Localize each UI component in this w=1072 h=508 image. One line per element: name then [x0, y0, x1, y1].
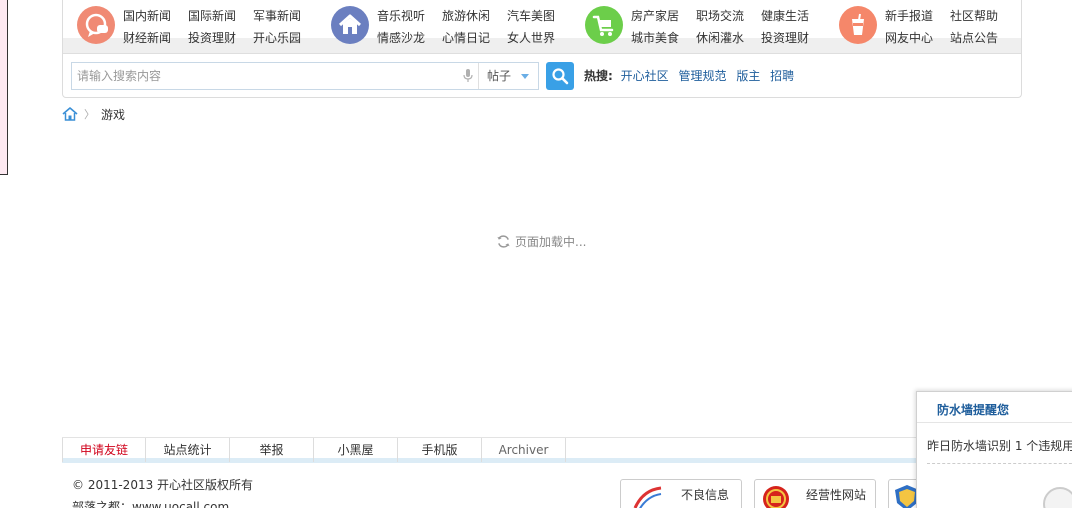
nav-link[interactable]: 旅游休闲: [442, 6, 507, 28]
footer-link-mobile[interactable]: 手机版: [398, 438, 482, 462]
emblem-icon: [763, 486, 789, 508]
chevron-down-icon: [521, 74, 529, 79]
breadcrumb: 〉 游戏: [62, 104, 125, 124]
chevron-right-icon: 〉: [84, 108, 95, 121]
hot-search-label: 热搜:: [584, 69, 613, 83]
drink-icon[interactable]: [839, 6, 877, 44]
notice-title: 防水墙提醒您: [937, 403, 1010, 417]
nav-link[interactable]: 开心乐园: [253, 28, 318, 50]
nav-link[interactable]: 网友中心: [885, 28, 950, 50]
search-bar: 帖子 热搜: 开心社区 管理规范 版主 招聘: [71, 62, 1011, 90]
hot-search-link[interactable]: 开心社区: [621, 69, 669, 83]
nav-link[interactable]: 新手报道: [885, 6, 950, 28]
footer-link-blacklist[interactable]: 小黑屋: [314, 438, 398, 462]
hot-search-link[interactable]: 版主: [736, 69, 760, 83]
footer-link-apply-friend-link[interactable]: 申请友链: [62, 438, 146, 462]
search-icon: [552, 68, 569, 85]
nav-links-home-living: 房产家居 职场交流 健康生活 城市美食 休闲灌水 投资理财: [631, 6, 831, 50]
badge-business-site[interactable]: 经营性网站: [754, 479, 876, 508]
nav-link[interactable]: 国际新闻: [188, 6, 253, 28]
notice-popup: 防水墙提醒您 昨日防水墙识别 1 个违规用: [916, 391, 1072, 508]
hot-search: 热搜: 开心社区 管理规范 版主 招聘: [584, 62, 800, 90]
footer-link-site-stats[interactable]: 站点统计: [146, 438, 230, 462]
badge-bad-info[interactable]: 不良信息: [620, 479, 742, 508]
nav-link[interactable]: 休闲灌水: [696, 28, 761, 50]
search-button[interactable]: [546, 62, 574, 90]
nav-links-news: 国内新闻 国际新闻 军事新闻 财经新闻 投资理财 开心乐园: [123, 6, 323, 50]
divider: [917, 422, 1072, 423]
nav-link[interactable]: 投资理财: [188, 28, 253, 50]
copyright-text: © 2011-2013 开心社区版权所有: [72, 478, 254, 492]
nav-link[interactable]: 财经新闻: [123, 28, 188, 50]
loading-indicator: 页面加载中...: [496, 232, 586, 250]
nav-link[interactable]: 站点公告: [950, 28, 1015, 50]
nav-links-life: 音乐视听 旅游休闲 汽车美图 情感沙龙 心情日记 女人世界: [377, 6, 577, 50]
gauge-widget-icon[interactable]: [1043, 487, 1072, 508]
nav-link[interactable]: 房产家居: [631, 6, 696, 28]
nav-link[interactable]: 情感沙龙: [377, 28, 442, 50]
nav-links-community: 新手报道 社区帮助 网友中心 站点公告: [885, 6, 1072, 50]
microphone-icon[interactable]: [462, 69, 474, 83]
badge-label: 经营性网站: [806, 488, 867, 502]
footer-sub-text[interactable]: 部落之都：www.uocall.com: [72, 498, 229, 508]
home-icon[interactable]: [62, 106, 78, 122]
nav-link[interactable]: 社区帮助: [950, 6, 1015, 28]
home-icon[interactable]: [331, 6, 369, 44]
search-scope-select[interactable]: 帖子: [478, 63, 538, 89]
search-scope-value: 帖子: [487, 69, 512, 83]
category-nav: 国内新闻 国际新闻 军事新闻 财经新闻 投资理财 开心乐园 音乐视听 旅游休闲 …: [63, 0, 1021, 54]
breadcrumb-current[interactable]: 游戏: [101, 106, 125, 123]
search-box: 帖子: [71, 62, 539, 90]
nav-link[interactable]: 军事新闻: [253, 6, 318, 28]
bad-info-logo-icon: [633, 486, 662, 508]
refresh-icon: [497, 234, 510, 248]
nav-link[interactable]: 健康生活: [761, 6, 826, 28]
nav-link[interactable]: 心情日记: [442, 28, 507, 50]
notice-text: 昨日防水墙识别 1 个违规用: [927, 439, 1072, 453]
nav-link[interactable]: 职场交流: [696, 6, 761, 28]
left-edge-strip: [0, 0, 8, 175]
hot-search-link[interactable]: 管理规范: [678, 69, 726, 83]
nav-link[interactable]: 国内新闻: [123, 6, 188, 28]
loading-text: 页面加载中...: [515, 234, 587, 249]
nav-link[interactable]: 汽车美图: [507, 6, 572, 28]
nav-link[interactable]: 音乐视听: [377, 6, 442, 28]
badge-label: 不良信息: [681, 488, 730, 502]
speech-bubble-icon[interactable]: [77, 6, 115, 44]
divider: [927, 463, 1072, 464]
footer-link-archiver[interactable]: Archiver: [482, 438, 566, 462]
nav-link[interactable]: 女人世界: [507, 28, 572, 50]
footer-link-report[interactable]: 举报: [230, 438, 314, 462]
nav-link[interactable]: 投资理财: [761, 28, 826, 50]
hot-search-link[interactable]: 招聘: [770, 69, 794, 83]
nav-link[interactable]: 城市美食: [631, 28, 696, 50]
search-input[interactable]: [72, 63, 458, 89]
header-panel: 国内新闻 国际新闻 军事新闻 财经新闻 投资理财 开心乐园 音乐视听 旅游休闲 …: [62, 0, 1022, 98]
cart-icon[interactable]: [585, 6, 623, 44]
